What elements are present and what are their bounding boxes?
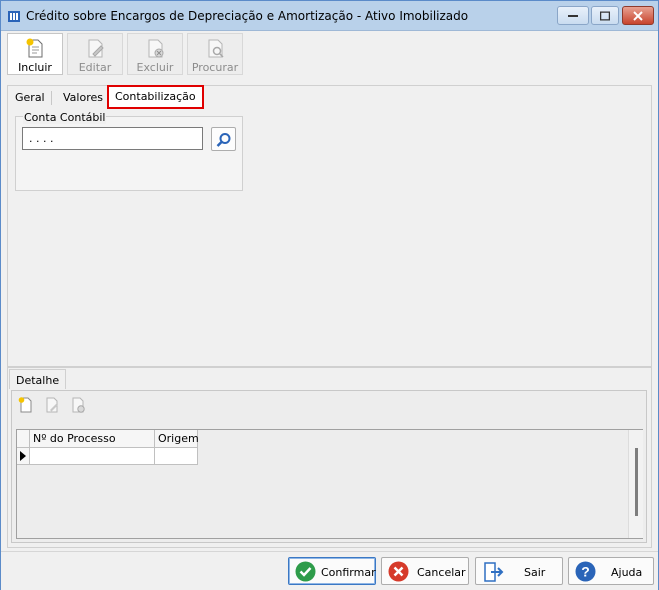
current-row-arrow-icon bbox=[20, 451, 26, 461]
cancel-icon bbox=[388, 561, 409, 582]
column-header-origem[interactable]: Origem bbox=[155, 430, 199, 448]
editar-label: Editar bbox=[78, 61, 112, 74]
conta-search-button[interactable] bbox=[211, 127, 236, 151]
confirmar-label: Confirmar bbox=[321, 566, 376, 579]
table-cell-origem[interactable] bbox=[155, 448, 198, 465]
check-icon bbox=[295, 561, 316, 582]
grid-scrollbar[interactable] bbox=[628, 430, 643, 538]
close-icon bbox=[633, 10, 643, 21]
cancelar-label: Cancelar bbox=[417, 566, 466, 579]
tab-contabilizacao[interactable]: Contabilização bbox=[107, 85, 204, 109]
tab-valores[interactable]: Valores bbox=[57, 87, 109, 107]
title-bar[interactable]: Crédito sobre Encargos de Depreciação e … bbox=[1, 1, 658, 31]
cancelar-button[interactable]: Cancelar bbox=[381, 557, 469, 585]
search-document-icon bbox=[208, 39, 224, 58]
detalhe-delete-button[interactable] bbox=[69, 396, 89, 416]
excluir-button[interactable]: Excluir bbox=[127, 33, 183, 75]
tab-divider bbox=[51, 91, 52, 105]
excluir-label: Excluir bbox=[136, 61, 174, 74]
procurar-label: Procurar bbox=[191, 61, 239, 74]
conta-contabil-label: Conta Contábil bbox=[23, 111, 107, 124]
detalhe-add-button[interactable] bbox=[17, 396, 37, 416]
close-button[interactable] bbox=[622, 6, 654, 25]
app-icon bbox=[8, 11, 20, 22]
editar-button[interactable]: Editar bbox=[67, 33, 123, 75]
grid-indicator-header bbox=[17, 430, 30, 448]
ajuda-label: Ajuda bbox=[611, 566, 643, 579]
main-window: Crédito sobre Encargos de Depreciação e … bbox=[0, 0, 659, 590]
tab-detalhe[interactable]: Detalhe bbox=[9, 369, 67, 389]
new-document-icon bbox=[18, 397, 32, 413]
tab-geral[interactable]: Geral bbox=[9, 87, 51, 107]
delete-document-icon bbox=[148, 39, 164, 58]
detalhe-edit-button[interactable] bbox=[43, 396, 63, 416]
conta-contabil-input[interactable]: . . . . bbox=[22, 127, 203, 150]
edit-document-icon bbox=[46, 397, 58, 413]
edit-document-icon bbox=[88, 39, 104, 58]
window-title: Crédito sobre Encargos de Depreciação e … bbox=[26, 9, 469, 23]
svg-text:?: ? bbox=[581, 564, 590, 580]
processos-grid[interactable]: Nº do Processo Origem bbox=[16, 429, 643, 539]
maximize-button[interactable] bbox=[591, 6, 619, 25]
procurar-button[interactable]: Procurar bbox=[187, 33, 243, 75]
row-indicator bbox=[17, 448, 30, 465]
incluir-label: Incluir bbox=[18, 61, 52, 74]
ajuda-button[interactable]: ? Ajuda bbox=[568, 557, 654, 585]
delete-document-icon bbox=[72, 397, 85, 413]
new-document-icon bbox=[26, 38, 43, 58]
help-icon: ? bbox=[575, 561, 596, 582]
sair-label: Sair bbox=[524, 566, 546, 579]
minimize-button[interactable] bbox=[557, 6, 589, 25]
minimize-icon bbox=[568, 14, 578, 17]
column-header-processo[interactable]: Nº do Processo bbox=[30, 430, 155, 448]
sair-button[interactable]: Sair bbox=[475, 557, 563, 585]
exit-door-icon bbox=[484, 562, 504, 582]
magnifier-icon bbox=[216, 133, 231, 147]
table-cell-processo[interactable] bbox=[30, 448, 155, 465]
scrollbar-thumb[interactable] bbox=[635, 448, 638, 516]
confirmar-button[interactable]: Confirmar bbox=[288, 557, 376, 585]
maximize-icon bbox=[600, 11, 610, 20]
incluir-button[interactable]: Incluir bbox=[7, 33, 63, 75]
